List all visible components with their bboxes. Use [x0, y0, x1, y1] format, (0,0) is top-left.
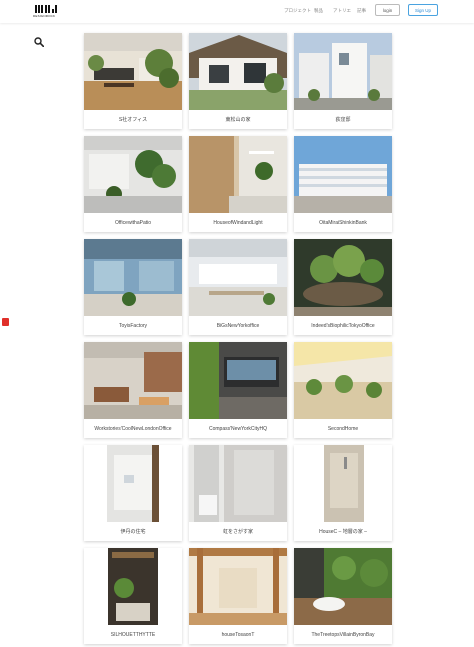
nav-projects[interactable]: プロジェクト — [284, 8, 311, 14]
nav-atelier[interactable]: アトリエ — [333, 8, 351, 14]
project-photo — [84, 33, 182, 110]
login-button[interactable]: login — [375, 4, 400, 16]
project-photo — [84, 239, 182, 316]
project-card[interactable]: ToyisFactory — [84, 239, 182, 335]
project-card[interactable]: OfficewithaPatio — [84, 136, 182, 232]
project-photo — [189, 342, 287, 419]
project-title[interactable]: OitaMiraiShinkinBank — [294, 214, 392, 232]
project-card[interactable]: BiGsNewYorkoffice — [189, 239, 287, 335]
project-card[interactable]: 伊丹の住宅 — [84, 445, 182, 541]
project-title[interactable]: TheTreetopsVillainByronBay — [294, 626, 392, 644]
project-title[interactable]: 伊丹の住宅 — [84, 523, 182, 541]
project-title[interactable]: BiGsNewYorkoffice — [189, 317, 287, 335]
project-title[interactable]: HouseC – 地層の家 – — [294, 523, 392, 541]
project-card[interactable]: 東松山の家 — [189, 33, 287, 129]
project-photo — [294, 239, 392, 316]
project-card[interactable]: Workstories'CoolNewLondonOffice — [84, 342, 182, 438]
project-photo — [84, 342, 182, 419]
project-title[interactable]: 虹をさがす家 — [189, 523, 287, 541]
project-card[interactable]: Indeed'sBiophilicTokyoOffice — [294, 239, 392, 335]
project-photo — [84, 136, 182, 213]
project-title[interactable]: SILHOUETTHYTTE — [84, 626, 182, 644]
project-card[interactable]: S社オフィス — [84, 33, 182, 129]
project-photo — [189, 136, 287, 213]
designrock-logo[interactable]: DESIGNROCK — [33, 5, 59, 19]
project-card[interactable]: HouseC – 地層の家 – — [294, 445, 392, 541]
project-photo — [189, 445, 287, 522]
project-photo — [294, 445, 392, 522]
project-title[interactable]: houseTosaonT — [189, 626, 287, 644]
search-icon[interactable] — [34, 34, 45, 48]
project-title[interactable]: S社オフィス — [84, 111, 182, 129]
project-card[interactable]: HouseofWindandLight — [189, 136, 287, 232]
project-title[interactable]: ToyisFactory — [84, 317, 182, 335]
project-card[interactable]: SecondHome — [294, 342, 392, 438]
project-title[interactable]: HouseofWindandLight — [189, 214, 287, 232]
side-badge-icon[interactable] — [2, 318, 9, 326]
project-photo — [189, 239, 287, 316]
project-photo — [294, 548, 392, 625]
project-title[interactable]: Workstories'CoolNewLondonOffice — [84, 420, 182, 438]
project-photo — [84, 548, 182, 625]
project-card[interactable]: 荻窪邸 — [294, 33, 392, 129]
signup-button[interactable]: Sign Up — [408, 4, 438, 16]
logo-text: DESIGNROCK — [33, 14, 56, 18]
top-navigation-bar: DESIGNROCK プロジェクト 製品 アトリエ 記事 login Sign … — [0, 0, 474, 23]
project-title[interactable]: SecondHome — [294, 420, 392, 438]
project-photo — [189, 548, 287, 625]
project-photo — [294, 342, 392, 419]
project-card[interactable]: 虹をさがす家 — [189, 445, 287, 541]
project-card[interactable]: SILHOUETTHYTTE — [84, 548, 182, 644]
project-title[interactable]: 東松山の家 — [189, 111, 287, 129]
project-title[interactable]: Compass'NewYorkCityHQ — [189, 420, 287, 438]
project-photo — [294, 33, 392, 110]
project-title[interactable]: OfficewithaPatio — [84, 214, 182, 232]
project-title[interactable]: 荻窪邸 — [294, 111, 392, 129]
nav-articles[interactable]: 記事 — [357, 8, 366, 14]
project-card[interactable]: houseTosaonT — [189, 548, 287, 644]
project-photo — [84, 445, 182, 522]
project-card[interactable]: Compass'NewYorkCityHQ — [189, 342, 287, 438]
project-card[interactable]: TheTreetopsVillainByronBay — [294, 548, 392, 644]
project-card[interactable]: OitaMiraiShinkinBank — [294, 136, 392, 232]
project-photo — [294, 136, 392, 213]
project-title[interactable]: Indeed'sBiophilicTokyoOffice — [294, 317, 392, 335]
project-photo — [189, 33, 287, 110]
nav-products[interactable]: 製品 — [314, 8, 323, 14]
